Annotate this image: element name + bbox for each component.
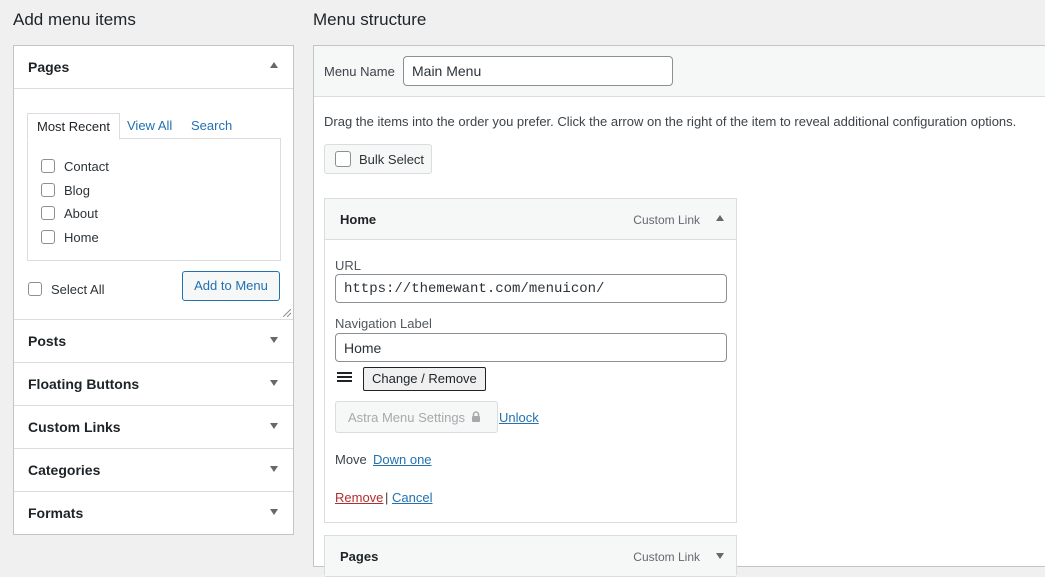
url-label: URL [335, 258, 362, 273]
menu-name-label: Menu Name [324, 64, 395, 79]
page-label: Contact [64, 158, 109, 174]
tab-search[interactable]: Search [191, 113, 232, 139]
expand-arrow-icon[interactable] [270, 509, 278, 515]
page-label: Blog [64, 182, 91, 198]
section-title: Categories [28, 462, 101, 478]
expand-arrow-icon[interactable] [270, 466, 278, 472]
move-label: Move [335, 452, 367, 467]
drag-instructions: Drag the items into the order you prefer… [324, 114, 1017, 129]
hamburger-icon[interactable] [337, 371, 353, 383]
page-checkbox[interactable] [41, 183, 55, 197]
lock-icon [472, 411, 481, 422]
page-label: About [64, 205, 98, 221]
add-menu-items-heading: Add menu items [13, 10, 136, 29]
add-items-accordion: Pages Most Recent View All Search Contac… [13, 45, 294, 535]
resize-handle-icon[interactable] [283, 309, 291, 317]
section-title: Posts [28, 333, 67, 349]
section-title: Custom Links [28, 419, 121, 435]
expand-arrow-icon[interactable] [270, 337, 278, 343]
menu-item-title: Pages [340, 549, 379, 564]
remove-link[interactable]: Remove [335, 490, 383, 505]
bulk-select-button[interactable]: Bulk Select [324, 144, 432, 174]
menu-item-handle[interactable]: Pages Custom Link [325, 536, 736, 577]
menu-structure-panel: Menu Name Main Menu Drag the items into … [313, 45, 1045, 577]
collapse-arrow-icon[interactable] [270, 62, 278, 68]
astra-menu-settings-button[interactable]: Astra Menu Settings [335, 401, 498, 433]
url-input[interactable]: https://themewant.com/menuicon/ [335, 274, 727, 303]
astra-menu-settings-label: Astra Menu Settings [348, 409, 466, 425]
custom-links-section-header[interactable]: Custom Links [14, 406, 293, 449]
link-separator: | [385, 490, 389, 505]
list-item[interactable]: Contact [41, 157, 109, 175]
menu-structure-heading: Menu structure [313, 10, 427, 29]
pages-section-title: Pages [28, 59, 70, 75]
expand-arrow-icon[interactable] [716, 553, 724, 559]
cancel-link[interactable]: Cancel [392, 490, 432, 505]
posts-section-header[interactable]: Posts [14, 320, 293, 363]
bulk-select-checkbox[interactable] [335, 151, 351, 167]
section-title: Formats [28, 505, 84, 521]
page-checkbox[interactable] [41, 230, 55, 244]
section-title: Floating Buttons [28, 376, 140, 392]
select-all-row[interactable]: Select All [28, 280, 104, 298]
menu-name-input[interactable]: Main Menu [403, 56, 673, 86]
menu-item-type: Custom Link [633, 550, 700, 564]
navigation-label-input[interactable]: Home [335, 333, 727, 362]
bulk-select-label: Bulk Select [359, 151, 425, 167]
floating-buttons-section-header[interactable]: Floating Buttons [14, 363, 293, 406]
pages-section-body: Most Recent View All Search Contact Blog… [14, 89, 293, 320]
expand-arrow-icon[interactable] [270, 423, 278, 429]
collapse-arrow-icon[interactable] [716, 215, 724, 221]
page-label: Home [64, 229, 99, 245]
tab-most-recent[interactable]: Most Recent [27, 113, 120, 140]
list-item[interactable]: Blog [41, 181, 90, 199]
page-checkbox[interactable] [41, 206, 55, 220]
expand-arrow-icon[interactable] [270, 380, 278, 386]
tab-view-all[interactable]: View All [127, 113, 172, 139]
most-recent-panel: Contact Blog About Home [27, 138, 281, 261]
list-item[interactable]: About [41, 204, 98, 222]
unlock-link[interactable]: Unlock [499, 410, 539, 425]
change-remove-button[interactable]: Change / Remove [363, 367, 486, 391]
list-item[interactable]: Home [41, 228, 99, 246]
categories-section-header[interactable]: Categories [14, 449, 293, 492]
navigation-label-label: Navigation Label [335, 316, 432, 331]
menu-item-title: Home [340, 212, 377, 227]
menu-item-type: Custom Link [633, 213, 700, 227]
pages-section-header[interactable]: Pages [14, 46, 293, 89]
select-all-checkbox[interactable] [28, 282, 42, 296]
menu-item-home[interactable]: Home Custom Link URL https://themewant.c… [324, 198, 737, 523]
move-down-one-link[interactable]: Down one [373, 452, 432, 467]
select-all-label: Select All [51, 281, 105, 297]
page-checkbox[interactable] [41, 159, 55, 173]
menu-name-bar: Menu Name Main Menu [314, 46, 1045, 97]
menu-item-pages[interactable]: Pages Custom Link [324, 535, 737, 577]
add-to-menu-button[interactable]: Add to Menu [182, 271, 280, 301]
formats-section-header[interactable]: Formats [14, 492, 293, 534]
menu-item-handle[interactable]: Home Custom Link [325, 199, 736, 240]
